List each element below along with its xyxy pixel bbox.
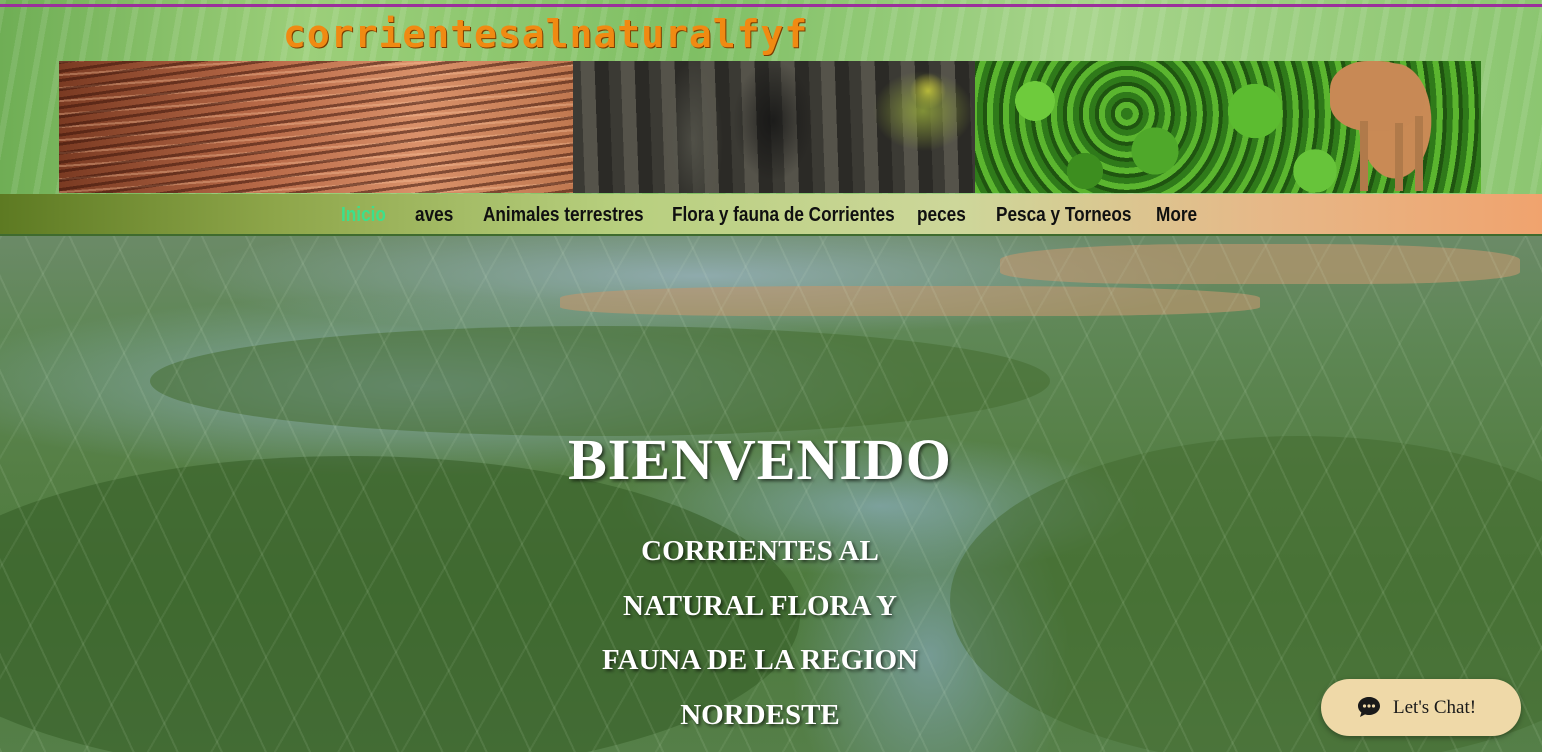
chat-label: Let's Chat! bbox=[1393, 697, 1477, 718]
hero-section: BIENVENIDO CORRIENTES AL NATURAL FLORA Y… bbox=[0, 236, 1542, 752]
hero-subheading-line: CORRIENTES AL bbox=[641, 535, 879, 567]
nav-item-more[interactable]: More bbox=[1156, 202, 1197, 228]
nav-menu: Inicio aves Animales terrestres Flora y … bbox=[0, 194, 1542, 234]
banner-image-water bbox=[59, 61, 573, 193]
banner-image-deer-forest bbox=[975, 61, 1481, 193]
banner-image-tree-bark bbox=[573, 61, 975, 193]
hero-subheading-line: FAUNA DE LA REGION bbox=[601, 644, 919, 676]
main-navigation: Inicio aves Animales terrestres Flora y … bbox=[0, 194, 1542, 236]
nav-item-animales-terrestres[interactable]: Animales terrestres bbox=[483, 202, 644, 228]
hero-heading: BIENVENIDO bbox=[568, 427, 952, 492]
hero-subheading-line: NATURAL FLORA Y bbox=[623, 589, 897, 622]
nav-item-flora-y-fauna[interactable]: Flora y fauna de Corrientes bbox=[672, 202, 895, 228]
chat-bubble-icon bbox=[1358, 697, 1380, 717]
nav-item-aves[interactable]: aves bbox=[415, 202, 453, 228]
nav-item-peces[interactable]: peces bbox=[917, 202, 966, 228]
hero-subheading-line: NORDESTE bbox=[680, 698, 840, 731]
site-title[interactable]: corrientesalnaturalfyf bbox=[283, 12, 808, 62]
deer-leg bbox=[1415, 116, 1423, 191]
hero-subheading: CORRIENTES AL NATURAL FLORA Y FAUNA DE L… bbox=[560, 524, 960, 742]
deer-figure bbox=[1330, 61, 1425, 131]
deer-leg bbox=[1360, 121, 1368, 191]
nav-item-pesca-y-torneos[interactable]: Pesca y Torneos bbox=[996, 202, 1131, 228]
chat-button[interactable]: Let's Chat! bbox=[1321, 679, 1521, 736]
deer-leg bbox=[1395, 123, 1403, 191]
nav-item-inicio[interactable]: Inicio bbox=[341, 202, 386, 228]
top-accent-line bbox=[0, 4, 1542, 7]
